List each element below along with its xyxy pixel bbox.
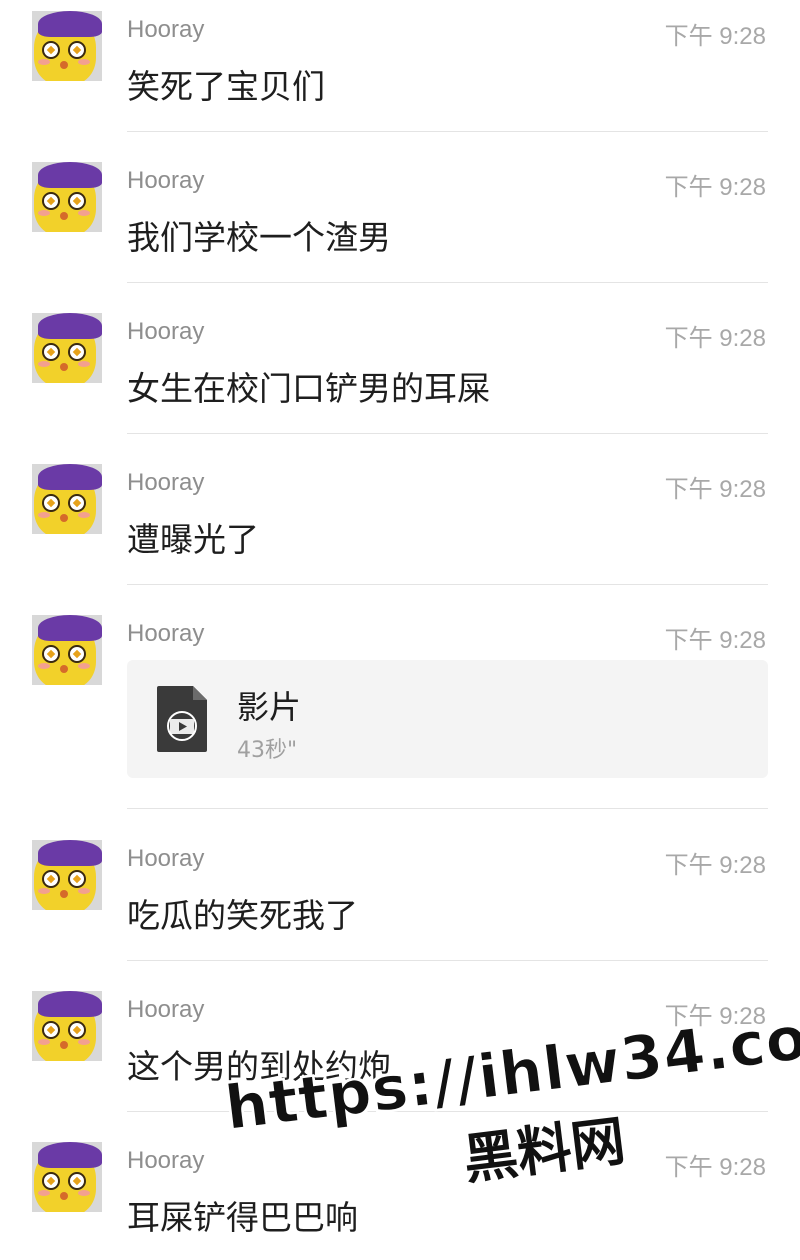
avatar[interactable] (32, 162, 102, 232)
message-time: 下午 9:28 (664, 852, 766, 879)
divider (127, 960, 768, 961)
sender-name: Hooray (127, 167, 205, 194)
sender-name: Hooray (127, 1147, 205, 1174)
chat-thread: Hooray 下午 9:28 笑死了宝贝们 Hooray 下午 9:28 我们学… (0, 0, 800, 1260)
divider (127, 131, 768, 132)
sender-name: Hooray (127, 469, 205, 496)
message-item[interactable]: Hooray 下午 9:28 笑死了宝贝们 (0, 0, 800, 131)
avatar[interactable] (32, 615, 102, 685)
sender-name: Hooray (127, 996, 205, 1023)
avatar[interactable] (32, 840, 102, 910)
message-item[interactable]: Hooray 下午 9:28 我们学校一个渣男 (0, 151, 800, 282)
file-duration: 43秒" (237, 738, 298, 763)
divider (127, 433, 768, 434)
avatar[interactable] (32, 464, 102, 534)
avatar[interactable] (32, 1142, 102, 1212)
message-item[interactable]: Hooray 下午 9:28 吃瓜的笑死我了 (0, 829, 800, 960)
sender-name: Hooray (127, 620, 205, 647)
message-time: 下午 9:28 (664, 325, 766, 352)
avatar[interactable] (32, 991, 102, 1061)
message-time: 下午 9:28 (664, 23, 766, 50)
message-text: 遭曝光了 (127, 520, 259, 559)
message-text: 笑死了宝贝们 (127, 67, 325, 106)
message-text: 我们学校一个渣男 (127, 218, 391, 257)
video-file-icon (155, 684, 209, 754)
sender-name: Hooray (127, 16, 205, 43)
message-time: 下午 9:28 (664, 627, 766, 654)
avatar[interactable] (32, 11, 102, 81)
sender-name: Hooray (127, 845, 205, 872)
message-item[interactable]: Hooray 下午 9:28 女生在校门口铲男的耳屎 (0, 302, 800, 433)
message-time: 下午 9:28 (664, 174, 766, 201)
message-item[interactable]: Hooray 下午 9:28 遭曝光了 (0, 453, 800, 584)
file-name: 影片 (237, 688, 302, 726)
divider (127, 808, 768, 809)
avatar[interactable] (32, 313, 102, 383)
message-time: 下午 9:28 (664, 476, 766, 503)
video-file-card[interactable]: 影片 43秒" (127, 660, 768, 778)
divider (127, 282, 768, 283)
divider (127, 584, 768, 585)
sender-name: Hooray (127, 318, 205, 345)
message-text: 女生在校门口铲男的耳屎 (127, 369, 490, 408)
message-text: 吃瓜的笑死我了 (127, 896, 358, 935)
